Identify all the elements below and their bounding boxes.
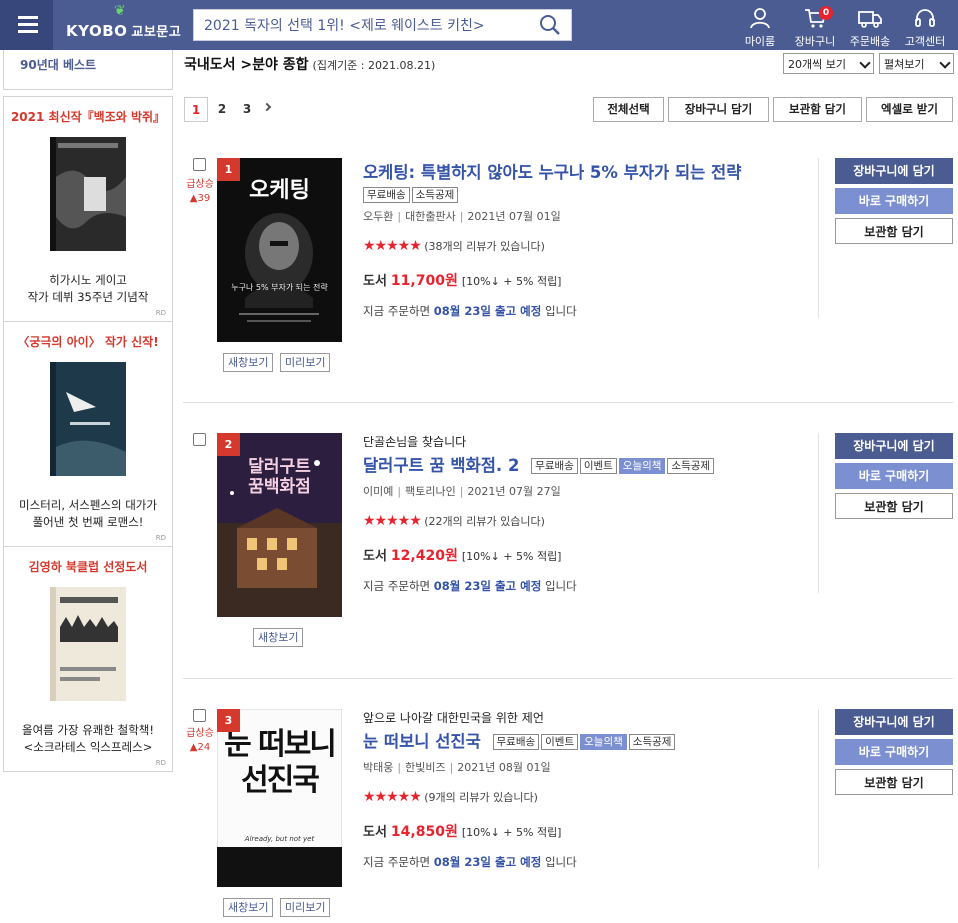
tag: 소득공제	[628, 734, 676, 750]
ad-book-cover	[50, 587, 126, 701]
book-item-3: 급상승 ▲24 3 눈 떠보니 선진국 Already, but not yet…	[183, 709, 953, 923]
book-item-1: 급상승 ▲39 1 오케팅 누구나 5% 부자가 되는 전략 새창보기 미리보기…	[183, 158, 953, 373]
search-input[interactable]	[204, 16, 524, 36]
cart-badge: 0	[819, 6, 833, 20]
nav-cart[interactable]: 0 장바구니	[788, 4, 842, 49]
preview-button[interactable]: 미리보기	[280, 353, 331, 372]
star-icon: ★★★★★	[363, 513, 422, 529]
sidebar-ad-2[interactable]: 〈궁극의 아이〉 작가 신작! 미스터리, 서스펜스의 대가가 풀어낸 첫 번째…	[3, 321, 173, 547]
chevron-right-icon[interactable]	[262, 102, 272, 112]
tag: 오늘의책	[618, 458, 666, 474]
rank-change: 급상승 ▲24	[186, 728, 214, 753]
save-to-wishlist-button[interactable]: 보관함 담기	[835, 493, 953, 519]
save-to-wishlist-button[interactable]: 보관함 담기	[835, 769, 953, 795]
book-meta: 오두환 | 대한출판사 | 2021년 07월 01일	[363, 210, 561, 223]
breadcrumb: 국내도서 >분야 종합 (집계기준 : 2021.08.21)	[184, 57, 436, 73]
ad-book-cover	[50, 137, 126, 251]
hamburger-icon	[18, 16, 38, 19]
sidebar-ad-3[interactable]: 김영하 북클럽 선정도서 올여름 가장 유쾌한 철학책! <소크라테스 익스프레…	[3, 546, 173, 772]
item-checkbox[interactable]	[193, 709, 206, 722]
select-all-button[interactable]: 전체선택	[593, 97, 664, 122]
tag-list: 무료배송 이벤트 오늘의책 소득공제	[492, 730, 678, 750]
tag: 오늘의책	[580, 734, 627, 750]
view-count-select[interactable]: 20개씩 보기	[783, 53, 874, 74]
new-window-button[interactable]: 새창보기	[223, 898, 274, 917]
headset-icon	[915, 9, 935, 27]
nav-myroom[interactable]: 마이룸	[733, 4, 787, 49]
rank-badge: 2	[217, 433, 240, 456]
sprout-icon: ❦	[114, 3, 127, 19]
rating: ★★★★★ (9개의 리뷰가 있습니다)	[363, 789, 538, 805]
page-3[interactable]: 3	[235, 97, 259, 122]
tag: 무료배송	[531, 458, 578, 474]
top-header: ❦ KYOBO교보문고 마이룸 0 장바구니 주문배송	[0, 0, 958, 50]
view-mode-select[interactable]: 펼쳐보기	[879, 53, 954, 74]
book-item-2: 2 달러구트 꿈백화점 새창보기 단골손님을 찾습니다 달러구트 꿈 백화점. …	[183, 433, 953, 648]
tag-list: 무료배송 이벤트 오늘의책 소득공제	[531, 454, 716, 474]
nav-support[interactable]: 고객센터	[898, 4, 952, 49]
tag: 소득공제	[667, 458, 715, 474]
tag: 이벤트	[541, 734, 579, 750]
add-to-cart-button[interactable]: 장바구니에 담기	[835, 709, 953, 735]
search-icon[interactable]	[539, 14, 561, 36]
tag-list: 무료배송 소득공제	[363, 183, 460, 203]
shipping-info: 지금 주문하면 08월 23일 출고 예정 입니다	[363, 304, 577, 318]
book-meta: 이미예 | 팩토리나인 | 2021년 07월 27일	[363, 485, 561, 498]
shipping-info: 지금 주문하면 08월 23일 출고 예정 입니다	[363, 579, 577, 593]
rank-change: 급상승 ▲39	[186, 179, 214, 204]
rating: ★★★★★ (22개의 리뷰가 있습니다)	[363, 513, 545, 529]
preview-button[interactable]: 미리보기	[280, 898, 331, 917]
book-subtitle: 앞으로 나아갈 대한민국을 위한 제언	[363, 711, 544, 725]
book-cover[interactable]: 2 달러구트 꿈백화점	[217, 433, 342, 617]
star-icon: ★★★★★	[363, 789, 422, 805]
sidebar-ad-1[interactable]: 2021 최신작『백조와 박쥐』 히가시노 게이고 작가 데뷔 35주년 기념작…	[3, 96, 173, 322]
buy-now-button[interactable]: 바로 구매하기	[835, 739, 953, 765]
price: 도서 12,420원 [10%↓ + 5% 적립]	[363, 548, 562, 564]
rating: ★★★★★ (38개의 리뷰가 있습니다)	[363, 238, 545, 254]
new-window-button[interactable]: 새창보기	[253, 628, 304, 647]
book-cover[interactable]: 3 눈 떠보니 선진국 Already, but not yet	[217, 709, 342, 887]
tag: 이벤트	[579, 458, 617, 474]
excel-button[interactable]: 엑셀로 받기	[866, 97, 953, 122]
save-to-wishlist-button[interactable]: 보관함 담기	[835, 218, 953, 244]
add-cart-button[interactable]: 장바구니 담기	[668, 97, 769, 122]
search-box	[193, 9, 572, 41]
sidebar-90s-best[interactable]: 90년대 베스트	[3, 50, 173, 90]
book-title[interactable]: 오케팅: 특별하지 않아도 누구나 5% 부자가 되는 전략 무료배송 소득공제	[363, 159, 741, 204]
ad-book-cover	[50, 362, 126, 476]
book-title[interactable]: 달러구트 꿈 백화점. 2 무료배송 이벤트 오늘의책 소득공제	[363, 452, 716, 476]
shipping-info: 지금 주문하면 08월 23일 출고 예정 입니다	[363, 855, 577, 869]
book-meta: 박태웅 | 한빛비즈 | 2021년 08월 01일	[363, 761, 551, 774]
page-1[interactable]: 1	[184, 97, 208, 122]
star-icon: ★★★★★	[363, 238, 422, 254]
add-to-cart-button[interactable]: 장바구니에 담기	[835, 158, 953, 184]
truck-icon	[858, 11, 882, 28]
price: 도서 14,850원 [10%↓ + 5% 적립]	[363, 824, 562, 840]
user-icon	[750, 8, 770, 29]
buy-now-button[interactable]: 바로 구매하기	[835, 463, 953, 489]
buy-now-button[interactable]: 바로 구매하기	[835, 188, 953, 214]
page-2[interactable]: 2	[210, 97, 234, 122]
save-button[interactable]: 보관함 담기	[773, 97, 862, 122]
book-title[interactable]: 눈 떠보니 선진국 무료배송 이벤트 오늘의책 소득공제	[363, 728, 677, 752]
price: 도서 11,700원 [10%↓ + 5% 적립]	[363, 273, 562, 289]
book-cover[interactable]: 1 오케팅 누구나 5% 부자가 되는 전략	[217, 158, 342, 342]
item-checkbox[interactable]	[193, 433, 206, 446]
item-checkbox[interactable]	[193, 158, 206, 171]
tag: 소득공제	[411, 187, 459, 203]
tag: 무료배송	[492, 734, 540, 750]
rank-badge: 1	[217, 158, 240, 181]
rank-badge: 3	[217, 709, 240, 732]
menu-button[interactable]	[0, 0, 53, 50]
new-window-button[interactable]: 새창보기	[223, 353, 274, 372]
logo[interactable]: ❦ KYOBO 교보문고	[66, 3, 181, 40]
tag: 무료배송	[363, 187, 410, 203]
book-subtitle: 단골손님을 찾습니다	[363, 435, 467, 449]
add-to-cart-button[interactable]: 장바구니에 담기	[835, 433, 953, 459]
nav-orders[interactable]: 주문배송	[843, 4, 897, 49]
